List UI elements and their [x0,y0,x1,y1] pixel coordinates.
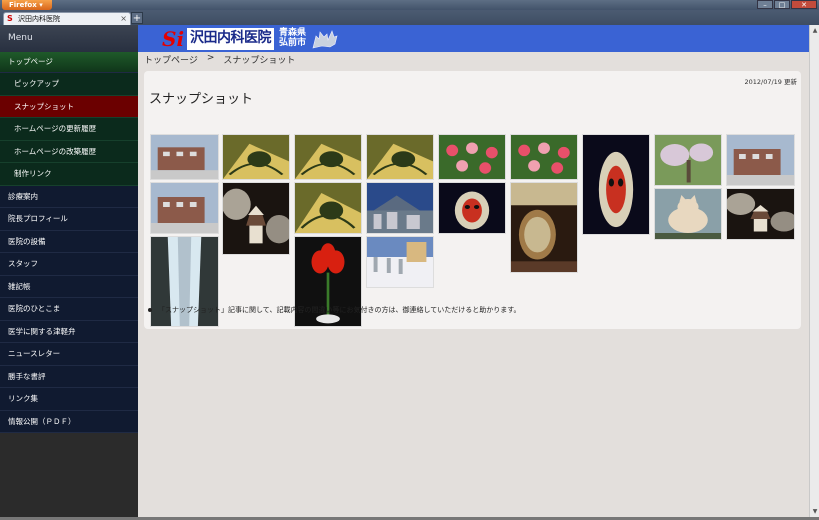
lantern-thumbnail-icon [439,183,505,233]
prefecture-label: 青森県 [279,27,307,38]
window-titlebar: Firefox ▾ – □ ✕ [0,0,819,10]
breadcrumb: トップページ > スナップショット [144,53,295,66]
maximize-button[interactable]: □ [774,0,790,9]
scroll-up-icon[interactable]: ▲ [811,26,819,35]
garden-thumbnail-icon [655,135,721,185]
sidebar-item[interactable]: 制作リンク [0,163,138,186]
rice-art-thumbnail-icon [295,183,361,233]
close-button[interactable]: ✕ [791,0,817,9]
snow-thumbnail-icon [367,237,433,287]
sidebar-item[interactable]: ピックアップ [0,73,138,96]
breadcrumb-home-link[interactable]: トップページ [144,53,198,66]
cat-thumbnail-icon [655,189,721,239]
drum-thumbnail-icon [511,183,577,272]
firefox-menu-label: Firefox [9,1,37,9]
updated-date: 2012/07/19 更新 [744,78,797,86]
tab-title: 沢田内科医院 [18,15,60,23]
sidebar-item[interactable]: リンク集 [0,388,138,411]
breadcrumb-current: スナップショット [223,56,296,66]
rice-paddy-art-photo-2[interactable] [294,134,362,180]
clinic-logo-mark-icon: Si [162,26,185,51]
sidebar-item[interactable]: 勝手な書評 [0,365,138,388]
neputa-lantern-photo[interactable] [582,134,650,235]
rice-art-thumbnail-icon [223,135,289,179]
pink-tulips-photo[interactable] [438,134,506,180]
sidebar-item[interactable]: トップページ [0,52,138,73]
city-view-photo[interactable] [366,182,434,234]
castle-blossom-photo[interactable] [726,188,795,240]
night-lantern-photo[interactable] [438,182,506,234]
sidebar-item[interactable]: 医院の設備 [0,230,138,253]
clinic-building-photo-2[interactable] [726,134,795,186]
tulips-thumbnail-icon [439,135,505,179]
sidebar-item[interactable]: 診療案内 [0,185,138,208]
web-page: Menu トップページ ピックアップ スナップショット ホームページの更新履歴 ホームペ… [0,25,809,517]
city-thumbnail-icon [367,183,433,233]
sidebar-item[interactable]: スナップショット [0,95,138,118]
sidebar-menu-heading: Menu [0,25,138,52]
tulips-thumbnail-icon [511,135,577,179]
sidebar-item[interactable]: スタッフ [0,253,138,276]
sidebar-item[interactable]: ホームページの更新履歴 [0,118,138,141]
clinic-building-photo[interactable] [150,134,219,180]
tab-close-icon[interactable]: × [120,13,127,25]
city-label: 弘前市 [279,37,307,48]
content-panel: 2012/07/19 更新 スナップショット 「スナップショット」記事に関して、… [144,71,801,329]
sidebar-item[interactable]: 雑記帳 [0,275,138,298]
vertical-scrollbar[interactable]: ▲ ▼ [809,25,819,517]
green-rice-art-photo[interactable] [294,182,362,234]
building-thumbnail-icon [151,183,218,233]
sidebar-item[interactable]: ニュースレター [0,343,138,366]
firefox-menu-button[interactable]: Firefox ▾ [2,0,52,10]
clinic-location: 青森県 弘前市 [279,27,307,49]
rice-paddy-art-photo-1[interactable] [222,134,290,180]
sidebar-item[interactable]: 医学に関する津軽弁 [0,320,138,343]
building-thumbnail-icon [151,135,218,179]
scroll-down-icon[interactable]: ▼ [811,507,819,516]
tab-bar: S 沢田内科医院 × + [0,10,819,25]
castle-night-blossom-photo[interactable] [222,182,290,255]
new-tab-button[interactable]: + [131,12,143,24]
page-title: スナップショット [149,92,254,107]
site-favicon-icon: S [7,14,13,23]
sidebar-item[interactable]: 医院のひとこま [0,298,138,321]
sidebar: Menu トップページ ピックアップ スナップショット ホームページの更新履歴 ホームペ… [0,25,138,517]
tab-active[interactable]: S 沢田内科医院 × [3,12,131,25]
red-tulips-photo[interactable] [510,134,578,180]
building-thumbnail-icon [727,135,794,185]
breadcrumb-separator: > [206,53,215,63]
lantern-thumbnail-icon [583,135,649,234]
feedback-note: 「スナップショット」記事に関して、記載内容の間違い等にお気付きの方は、御連絡して… [148,306,521,314]
clinic-building-photo-3[interactable] [150,182,219,234]
rice-paddy-art-photo-3[interactable] [366,134,434,180]
clinic-name: 沢田内科医院 [187,27,274,50]
spring-garden-photo[interactable] [654,134,722,186]
snowy-street-photo[interactable] [366,236,434,288]
cat-photo[interactable] [654,188,722,240]
aomori-map-icon [312,29,338,48]
site-logo[interactable]: Si 沢田内科医院 青森県 弘前市 [162,26,340,51]
sidebar-item[interactable]: 院長プロフィール [0,208,138,231]
sidebar-item[interactable]: ホームページの改築履歴 [0,140,138,163]
sidebar-nav: トップページ ピックアップ スナップショット ホームページの更新履歴 ホームページの改築… [0,52,138,433]
rice-art-thumbnail-icon [295,135,361,179]
minimize-button[interactable]: – [757,0,773,9]
castle-thumbnail-icon [727,189,794,239]
castle-thumbnail-icon [223,183,289,254]
site-banner: Si 沢田内科医院 青森県 弘前市 [138,25,809,52]
window-controls: – □ ✕ [757,0,817,10]
rice-art-thumbnail-icon [367,135,433,179]
festival-drum-photo[interactable] [510,182,578,273]
sidebar-item[interactable]: 情報公開（ＰＤＦ） [0,410,138,433]
